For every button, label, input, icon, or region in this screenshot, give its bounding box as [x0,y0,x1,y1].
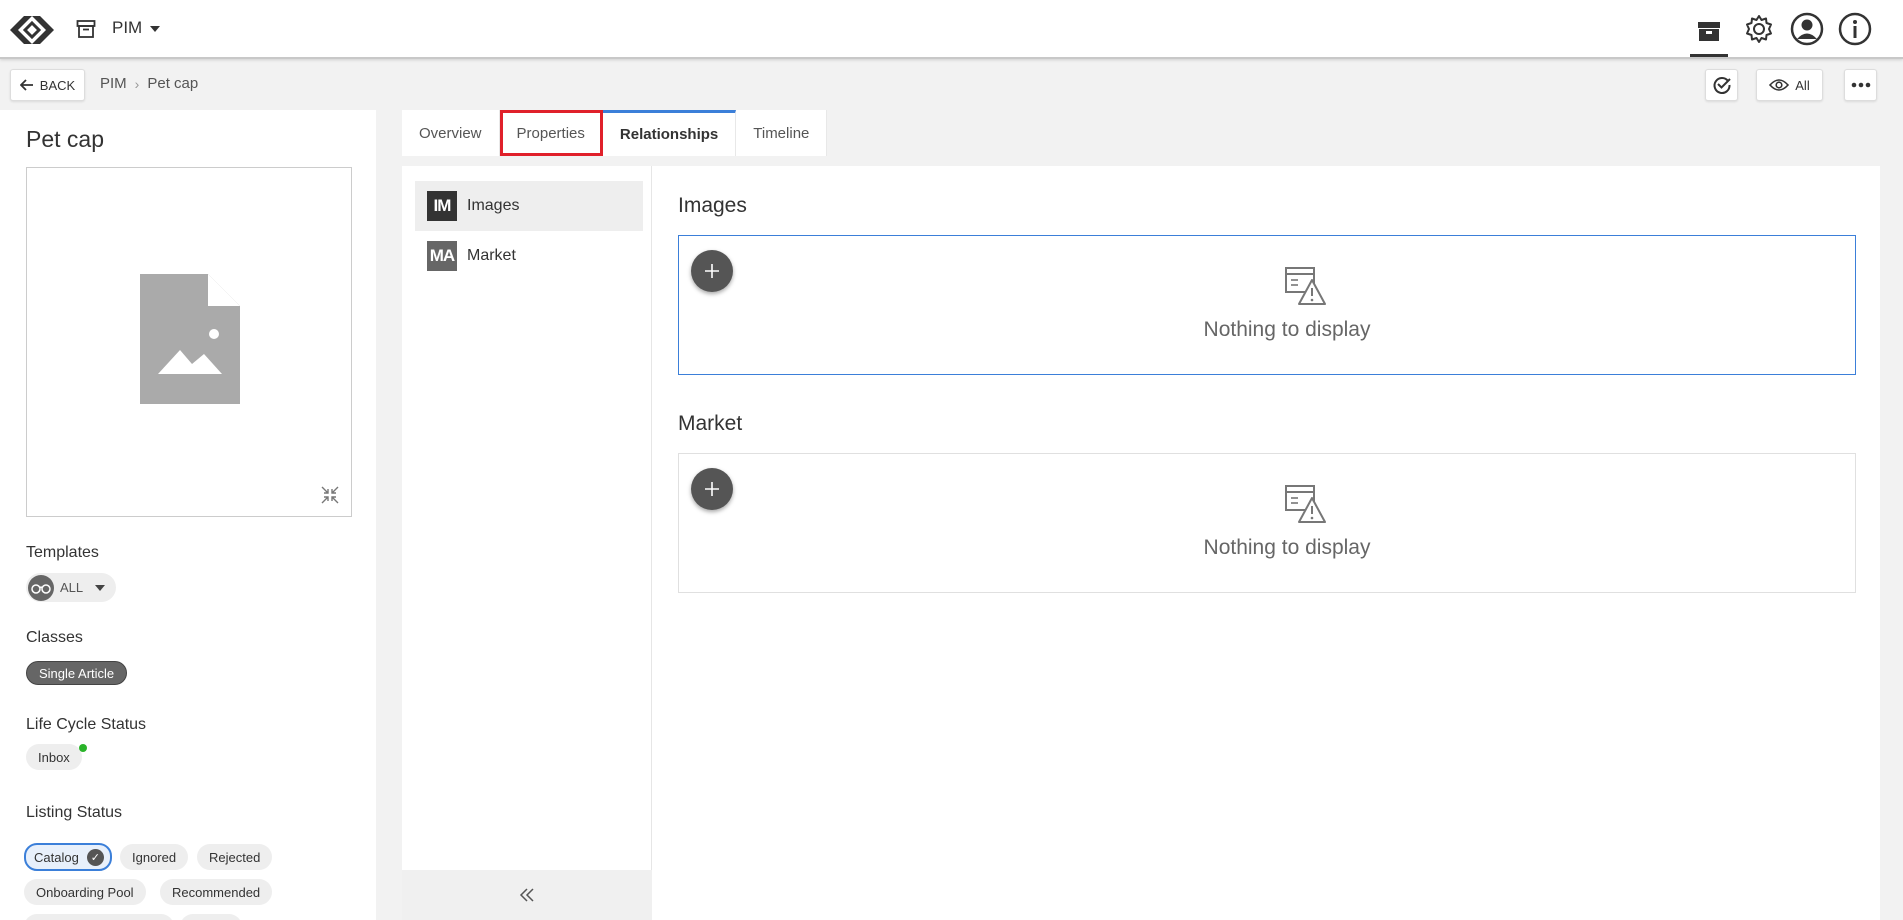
tab-overview[interactable]: Overview [402,110,500,156]
module-title[interactable]: PIM [112,18,142,38]
relationship-panel-images[interactable]: Nothing to display [678,235,1856,375]
archive-icon[interactable] [76,19,96,39]
breadcrumb: PIM › Pet cap [100,75,198,92]
nav-badge: MA [427,241,457,271]
double-chevron-left-icon [519,888,534,902]
info-button[interactable] [1836,10,1874,48]
view-filter-label: All [1795,77,1810,93]
chevron-right-icon: › [134,75,140,92]
user-button[interactable] [1788,10,1826,48]
listing-chip-partial[interactable] [180,914,242,920]
product-image-box[interactable] [26,167,352,517]
settings-button[interactable] [1740,10,1778,48]
top-bar: PIM [0,0,1903,59]
nav-item-market[interactable]: MA Market [415,231,643,281]
listing-chip-recommended[interactable]: Recommended [160,879,273,905]
validate-button[interactable] [1705,69,1738,101]
empty-list-warning-icon [1285,267,1326,305]
tab-timeline[interactable]: Timeline [736,110,828,156]
info-icon [1838,12,1872,46]
listing-chip-catalog[interactable]: Catalog ✓ [24,843,112,871]
image-placeholder-icon [140,274,240,404]
listing-chip-ignored[interactable]: Ignored [120,844,189,870]
relationship-title-images: Images [678,194,747,217]
tab-relationships[interactable]: Relationships [602,110,737,156]
product-sidebar: Pet cap Templates ALL Classes Single Art… [0,110,376,920]
chevron-down-icon[interactable] [150,26,160,32]
product-title: Pet cap [26,126,104,152]
listing-status-label: Listing Status [26,804,123,821]
relationship-panel-market[interactable]: Nothing to display [678,453,1856,593]
user-icon [1790,12,1824,46]
breadcrumb-item-pim[interactable]: PIM [100,75,127,92]
listing-chip-label: Catalog [34,849,79,865]
add-images-button[interactable] [691,250,733,292]
more-options-button[interactable] [1844,69,1877,101]
check-icon: ✓ [86,848,104,866]
app-logo-icon[interactable] [10,10,54,50]
relationship-nav: IM Images MA Market [402,166,652,920]
back-label: BACK [39,77,76,93]
arrow-left-icon [19,79,33,91]
empty-state-text: Nothing to display [1203,318,1371,341]
tab-bar: Overview Properties Relationships Timeli… [402,110,828,156]
more-horizontal-icon [1851,82,1870,88]
add-market-button[interactable] [691,468,733,510]
empty-state-text: Nothing to display [1203,536,1371,559]
plus-icon [705,264,719,278]
templates-dropdown[interactable]: ALL [26,573,116,602]
box-icon [1698,22,1720,41]
templates-value: ALL [60,580,84,595]
nav-item-label: Market [467,247,516,264]
relationship-title-market: Market [678,412,743,435]
eye-icon [1769,79,1790,91]
listing-chip-partial[interactable] [24,914,174,920]
shrink-icon[interactable] [321,486,339,504]
templates-label: Templates [26,544,99,561]
tab-properties[interactable]: Properties [499,110,603,156]
view-filter-button[interactable]: All [1756,69,1823,101]
breadcrumb-item-current: Pet cap [147,75,199,92]
glasses-icon [28,574,54,601]
lifecycle-chip[interactable]: Inbox [26,744,82,770]
plus-icon [705,482,719,496]
chevron-down-icon [95,584,106,591]
status-dot [79,744,87,752]
listing-chip-onboarding-pool[interactable]: Onboarding Pool [24,879,146,905]
nav-badge: IM [427,191,457,221]
nav-item-images[interactable]: IM Images [415,181,643,231]
listing-chip-rejected[interactable]: Rejected [197,844,273,870]
gear-icon [1746,15,1772,43]
check-circle-icon [1713,77,1731,94]
nav-item-label: Images [467,197,520,214]
lifecycle-label: Life Cycle Status [26,716,147,733]
classes-label: Classes [26,629,83,646]
workspace-button[interactable] [1690,8,1728,57]
empty-list-warning-icon [1285,485,1326,523]
collapse-nav-button[interactable] [402,870,652,920]
back-button[interactable]: BACK [10,69,85,101]
relationships-content: IM Images MA Market Images Nothing to di… [402,166,1880,920]
class-chip[interactable]: Single Article [26,661,128,685]
